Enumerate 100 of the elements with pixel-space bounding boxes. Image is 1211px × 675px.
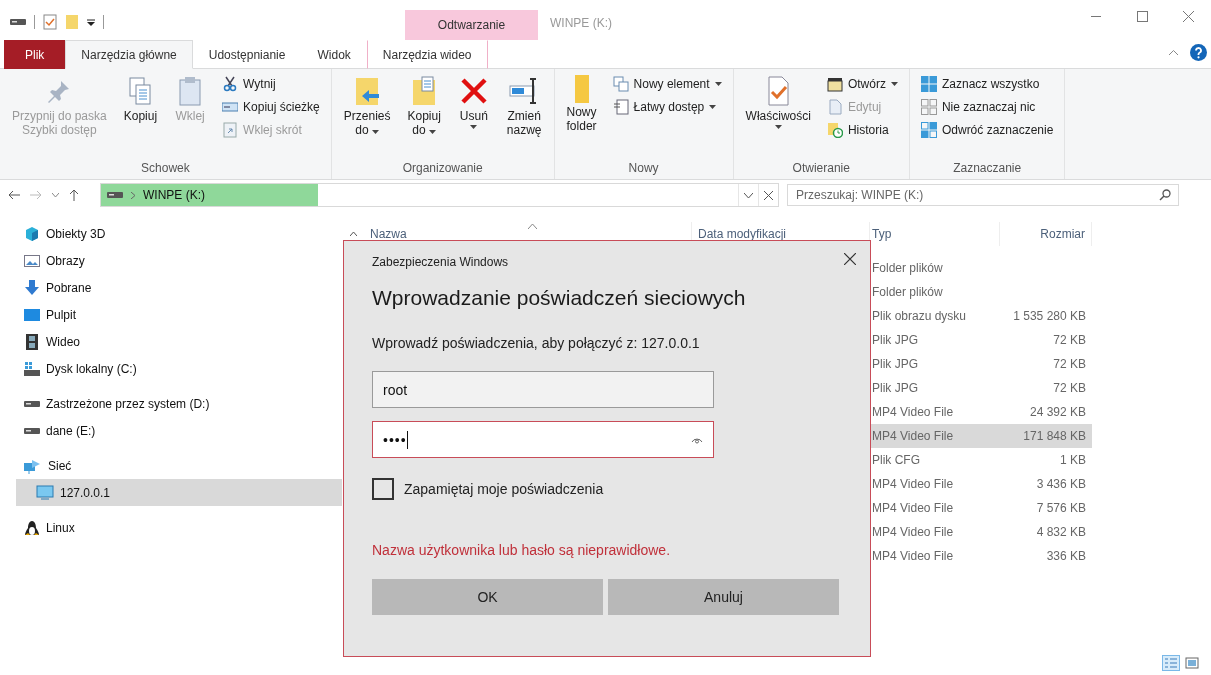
details-view-icon (1164, 657, 1178, 669)
dialog-button[interactable]: OK (372, 579, 603, 615)
table-cell-text: MP4 Video File (871, 524, 955, 541)
sidebar-item[interactable]: Obrazy (16, 247, 342, 274)
chevron-down-icon (744, 192, 753, 198)
folder-icon (574, 75, 589, 103)
ribbon-button[interactable]: Zaznacz wszystko (917, 74, 1057, 94)
maximize-icon (1136, 10, 1148, 22)
chevron-right-icon (131, 191, 135, 199)
group-label: Organizowanie (401, 160, 484, 177)
help-icon (1190, 44, 1207, 61)
table-cell-text: MP4 Video File (871, 500, 955, 517)
caret-icon (372, 130, 379, 134)
ribbon-button[interactable]: Zmień nazwę (502, 73, 546, 139)
ribbon-button[interactable]: Otwórz (823, 74, 901, 94)
caret-icon (429, 130, 436, 134)
ribbon-button[interactable]: Kopiuj do (403, 73, 445, 139)
sidebar-item[interactable]: Sieć (16, 452, 342, 479)
eye-icon (691, 435, 703, 444)
table-cell-text: 1 KB (1059, 452, 1087, 469)
sidebar-item[interactable]: Linux (16, 514, 342, 541)
large-icons-view-button[interactable] (1183, 655, 1201, 671)
close-button[interactable] (842, 251, 858, 267)
search-field[interactable]: Przeszukaj: WINPE (K:) (787, 184, 1179, 206)
sidebar-item[interactable]: Pobrane (16, 274, 342, 301)
collapse-icon (349, 232, 357, 236)
table-cell: MP4 Video File (870, 424, 1000, 448)
dialog-title: Wprowadzanie poświadczeń sieciowych (372, 286, 747, 310)
table-cell-text: Plik JPG (871, 332, 919, 349)
dialog-button[interactable]: Anuluj (608, 579, 839, 615)
table-cell-text: 72 KB (1052, 332, 1087, 349)
recent-locations-button[interactable] (52, 193, 59, 197)
password-field[interactable]: •••• (372, 421, 714, 458)
ribbon-tab[interactable]: Narzędzia główne (65, 40, 193, 69)
contextual-tab-header: Odtwarzanie (405, 10, 538, 40)
sidebar-item[interactable]: Wideo (16, 328, 342, 355)
path-icon (222, 99, 239, 115)
ribbon-button[interactable]: Historia (823, 120, 901, 140)
ribbon-button[interactable]: Odwróć zaznaczenie (917, 120, 1057, 140)
drive-icon (10, 18, 26, 26)
address-bar[interactable]: WINPE (K:) (100, 183, 779, 207)
up-button[interactable] (69, 189, 79, 201)
sidebar-item[interactable]: Pulpit (16, 301, 342, 328)
chevron-down-icon (52, 193, 59, 197)
ribbon-button[interactable]: Kopiuj ścieżkę (219, 97, 323, 117)
ribbon-button[interactable]: Usuń (453, 73, 494, 131)
drive-icon (107, 191, 123, 199)
table-cell-text: Folder plików (871, 284, 944, 301)
group-label: Nowy (627, 160, 660, 177)
ribbon-tab[interactable]: Plik (4, 40, 66, 69)
pictures-icon (24, 252, 40, 269)
checkbox[interactable] (372, 478, 394, 500)
back-button[interactable] (8, 190, 20, 200)
table-cell-text: 4 832 KB (1035, 524, 1087, 541)
username-field[interactable]: root (372, 371, 714, 408)
caret-icon (890, 82, 898, 86)
cube-icon (24, 225, 40, 242)
details-view-button[interactable] (1162, 655, 1180, 671)
table-cell-text: Plik JPG (871, 380, 919, 397)
monitor-icon (36, 484, 54, 501)
history-icon (826, 122, 843, 138)
ribbon-button[interactable]: Właściwości (741, 73, 815, 131)
ribbon-button[interactable]: Nie zaznaczaj nic (917, 97, 1057, 117)
ribbon-button[interactable]: Nowy element (609, 74, 725, 94)
shortcut-icon (222, 122, 239, 138)
forward-button[interactable] (30, 190, 42, 200)
properties-icon (43, 14, 57, 30)
ribbon-button[interactable]: Wytnij (219, 74, 323, 94)
sidebar-item[interactable]: Dysk lokalny (C:) (16, 355, 342, 382)
table-cell-text: 3 436 KB (1035, 476, 1087, 493)
forward-arrow-icon (30, 190, 42, 200)
ribbon-tab[interactable]: Udostępnianie (192, 40, 302, 69)
close-icon (844, 253, 856, 265)
breadcrumb[interactable]: WINPE (K:) (143, 188, 205, 202)
dialog-message: Wprowadź poświadczenia, aby połączyć z: 127.0.0.1 (372, 335, 701, 351)
table-cell-text: Plik CFG (871, 452, 921, 469)
table-cell-text: Plik JPG (871, 356, 919, 373)
sidebar-item[interactable]: Obiekty 3D (16, 220, 342, 247)
ribbon-button[interactable]: Nowy folder (562, 73, 601, 135)
caret-icon (714, 82, 722, 86)
sidebar-item[interactable]: dane (E:) (16, 417, 342, 444)
penguin-icon (24, 519, 40, 536)
table-cell-text: Plik obrazu dysku (871, 308, 968, 325)
ribbon-button[interactable]: Kopiuj (119, 73, 162, 125)
ribbon-button[interactable]: Łatwy dostęp (609, 97, 725, 117)
ribbon-button[interactable]: Przenieś do (339, 73, 395, 139)
column-header[interactable]: Rozmiar (1000, 222, 1092, 246)
ribbon-tab[interactable]: Widok (301, 40, 367, 69)
new-item-icon (612, 76, 629, 92)
table-cell-text: MP4 Video File (871, 404, 955, 421)
film-icon (24, 333, 40, 350)
network-icon (24, 457, 42, 474)
caret-icon (709, 105, 717, 109)
sidebar-item[interactable]: Zastrzeżone przez system (D:) (16, 390, 342, 417)
sidebar-item[interactable]: 127.0.0.1 (16, 479, 342, 506)
desktop-icon (24, 306, 40, 323)
scissors-icon (222, 76, 239, 92)
select-all-icon (920, 76, 937, 92)
group-label: Otwieranie (791, 160, 851, 177)
error-message: Nazwa użytkownika lub hasło są nieprawidłowe. (372, 542, 672, 558)
